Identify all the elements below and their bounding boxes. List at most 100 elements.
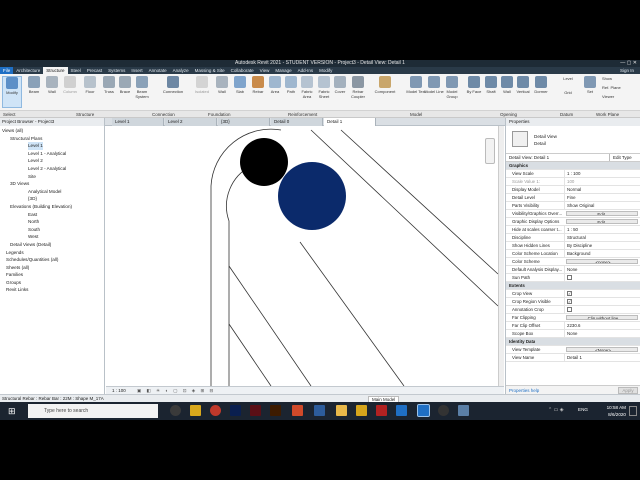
tree-views-all[interactable]: Views (all) <box>2 127 102 135</box>
tree-elevations[interactable]: Elevations (Building Elevation) <box>2 203 102 211</box>
tab-view[interactable]: View <box>257 67 273 74</box>
isolated-button[interactable]: Isolated <box>192 76 212 108</box>
modify-button[interactable]: Modify <box>2 76 22 108</box>
vg-edit-button[interactable]: Edit... <box>566 211 638 216</box>
tree-revit-links[interactable]: Revit Links <box>2 286 102 294</box>
tab-systems[interactable]: Systems <box>105 67 128 74</box>
prop-annotation-crop[interactable]: Annotation Crop <box>506 306 640 314</box>
tree-detail-views[interactable]: Detail Views (Detail) <box>2 241 102 249</box>
beam-system-button[interactable]: Beam System <box>132 76 152 108</box>
gdo-edit-button[interactable]: Edit... <box>566 219 638 224</box>
prop-visibility-graphics[interactable]: Visibility/Graphics Overr... Edit... <box>506 210 640 218</box>
grid-button[interactable]: Grid <box>558 90 578 104</box>
ref-plane-button[interactable]: Ref. Plane <box>602 85 638 94</box>
tab-addins[interactable]: Add-Ins <box>295 67 317 74</box>
tab-precast[interactable]: Precast <box>84 67 105 74</box>
indesign-icon[interactable] <box>250 405 261 416</box>
tab-analyze[interactable]: Analyze <box>170 67 192 74</box>
tab-steel[interactable]: Steel <box>68 67 84 74</box>
floor-button[interactable]: Floor <box>80 76 100 108</box>
tree-legends[interactable]: Legends <box>2 249 102 257</box>
properties-help-link[interactable]: Properties help <box>509 388 539 393</box>
vertical-scrollbar[interactable] <box>498 126 504 386</box>
taskbar-search[interactable]: Type here to search <box>28 404 158 418</box>
prop-parts-visibility[interactable]: Parts Visibility Show Original <box>506 202 640 210</box>
prop-default-analysis[interactable]: Default Analysis Display... None <box>506 266 640 274</box>
tree-south[interactable]: South <box>2 226 102 234</box>
tab-structure[interactable]: Structure <box>43 67 68 74</box>
revit-active-icon[interactable] <box>417 404 430 417</box>
prop-show-hidden-lines[interactable]: Show Hidden Lines By Discipline <box>506 242 640 250</box>
tree-3d[interactable]: {3D} <box>2 195 102 203</box>
panel-select[interactable]: Select <box>3 111 16 118</box>
wall-button[interactable]: Wall <box>42 76 62 108</box>
taskbar-clock[interactable]: 10:58 AM 8/6/2020 <box>607 404 626 418</box>
powerpoint-icon[interactable] <box>292 405 303 416</box>
prop-view-template[interactable]: View Template <None> <box>506 346 640 354</box>
tab-file[interactable]: File <box>0 67 14 74</box>
illustrator-icon[interactable] <box>270 405 281 416</box>
crop-region-checkbox[interactable]: ✓ <box>567 299 572 304</box>
panel-reinforcement[interactable]: Reinforcement <box>288 111 317 118</box>
annotation-crop-checkbox[interactable] <box>567 307 572 312</box>
sun-path-checkbox[interactable] <box>567 275 572 280</box>
tree-west[interactable]: West <box>2 233 102 241</box>
tree-level-1-analytical[interactable]: Level 1 - Analytical <box>2 150 102 158</box>
tab-detail-1[interactable]: Detail 1 <box>324 118 376 126</box>
dormer-button[interactable]: Dormer <box>531 76 551 108</box>
prop-view-scale[interactable]: View Scale 1 : 100 <box>506 170 640 178</box>
prop-discipline[interactable]: Discipline Structural <box>506 234 640 242</box>
prop-scope-box[interactable]: Scope Box None <box>506 330 640 338</box>
prop-graphic-display[interactable]: Graphic Display Options Edit... <box>506 218 640 226</box>
edit-type-button[interactable]: Edit Type <box>610 154 640 161</box>
apply-button[interactable]: Apply <box>618 387 638 394</box>
prop-color-scheme[interactable]: Color Scheme <none> <box>506 258 640 266</box>
autocad-icon[interactable] <box>376 405 387 416</box>
folder-icon[interactable] <box>356 405 367 416</box>
chrome-icon[interactable] <box>210 405 221 416</box>
rebar-section-navy[interactable] <box>278 162 346 230</box>
sticky-notes-icon[interactable] <box>336 405 347 416</box>
group-identity-data[interactable]: Identity Data <box>506 338 640 346</box>
view-control-icons[interactable]: ▣ ◧ ☀ ◐ ▢ ⊡ ◈ ⊞ ⊟ <box>137 388 215 393</box>
tree-analytical-model[interactable]: Analytical Model <box>2 188 102 196</box>
photoshop-icon[interactable] <box>230 405 241 416</box>
tab-detail-0[interactable]: Detail 0 <box>271 118 323 126</box>
tab-collaborate[interactable]: Collaborate <box>228 67 257 74</box>
tree-level-1[interactable]: Level 1 <box>28 142 43 150</box>
sign-in-link[interactable]: Sign In <box>620 68 640 73</box>
tab-insert[interactable]: Insert <box>128 67 145 74</box>
tree-sheets[interactable]: Sheets (all) <box>2 264 102 272</box>
app-m-icon[interactable] <box>314 405 325 416</box>
prop-sun-path[interactable]: Sun Path <box>506 274 640 282</box>
tree-east[interactable]: East <box>2 211 102 219</box>
cortana-icon[interactable] <box>170 405 181 416</box>
tab-3d[interactable]: {3D} <box>218 118 270 126</box>
tab-level-2[interactable]: Level 2 <box>165 118 217 126</box>
prop-view-name[interactable]: View Name Detail 1 <box>506 354 640 362</box>
tab-manage[interactable]: Manage <box>272 67 294 74</box>
tree-level-2-analytical[interactable]: Level 2 - Analytical <box>2 165 102 173</box>
tree-groups[interactable]: Groups <box>2 279 102 287</box>
foundation-wall-button[interactable]: Wall <box>212 76 232 108</box>
tab-annotate[interactable]: Annotate <box>146 67 170 74</box>
vertical-button[interactable]: Vertical <box>513 76 533 108</box>
revit-icon[interactable] <box>396 405 407 416</box>
obs-icon[interactable] <box>438 405 449 416</box>
navigation-bar[interactable] <box>485 138 495 164</box>
model-group-button[interactable]: Model Group <box>442 76 462 108</box>
tree-north[interactable]: North <box>2 218 102 226</box>
prop-crop-region-visible[interactable]: Crop Region Visible ✓ <box>506 298 640 306</box>
group-graphics[interactable]: Graphics <box>506 162 640 170</box>
tree-3d-views[interactable]: 3D Views <box>2 180 102 188</box>
component-button[interactable]: Component <box>372 76 398 108</box>
prop-hide-at-scales[interactable]: Hide at scales coarser t... 1 : 50 <box>506 226 640 234</box>
tree-level-2[interactable]: Level 2 <box>2 157 102 165</box>
group-extents[interactable]: Extents <box>506 282 640 290</box>
panel-connection[interactable]: Connection <box>152 111 175 118</box>
app-window-icon[interactable] <box>458 405 469 416</box>
rebar-coupler-button[interactable]: Rebar Coupler <box>347 76 369 108</box>
column-button[interactable]: Column <box>60 76 80 108</box>
language-indicator[interactable]: ENG <box>578 407 588 412</box>
tree-site[interactable]: Site <box>2 173 102 181</box>
